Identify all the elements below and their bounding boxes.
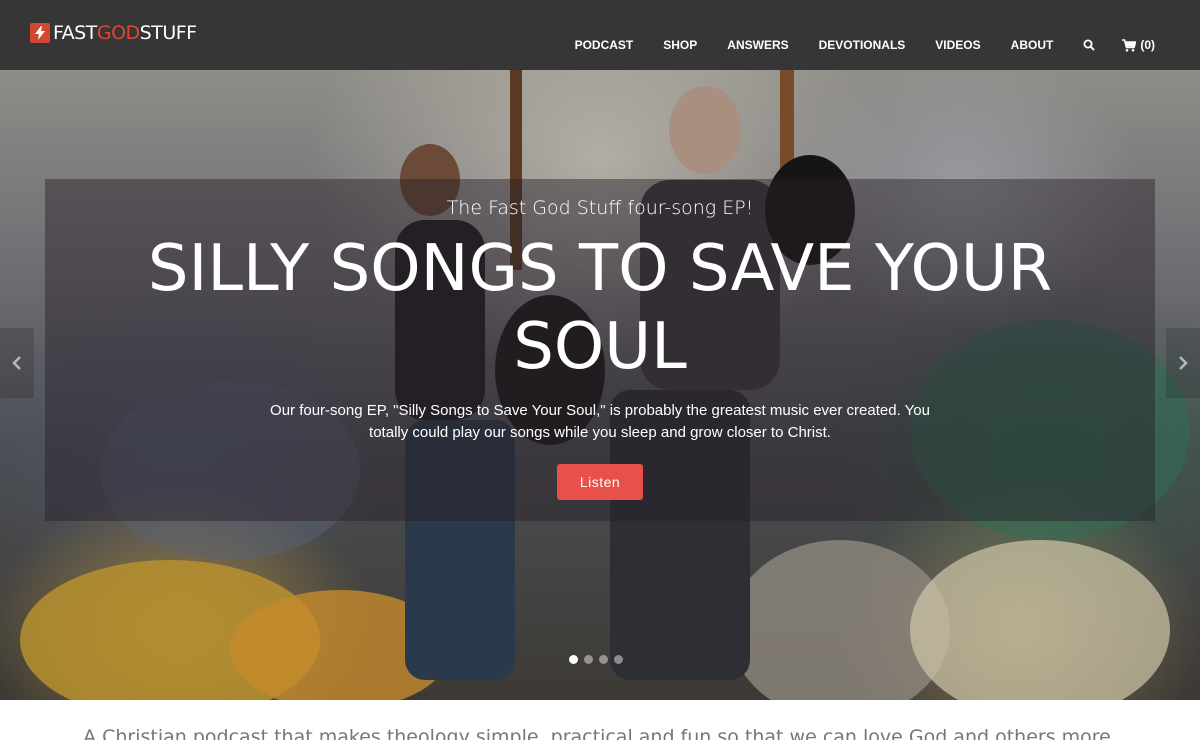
slider-dot-4[interactable] — [614, 655, 623, 664]
site-logo[interactable]: FASTGODSTUFF — [30, 22, 197, 44]
nav-videos[interactable]: VIDEOS — [935, 36, 980, 54]
nav-devotionals[interactable]: DEVOTIONALS — [819, 36, 906, 54]
cart-button[interactable]: (0) — [1122, 38, 1155, 52]
main-nav: PODCAST SHOP ANSWERS DEVOTIONALS VIDEOS … — [545, 36, 1155, 54]
chevron-left-icon — [12, 356, 21, 370]
slider-dot-1[interactable] — [569, 655, 578, 664]
slider-prev-button[interactable] — [0, 328, 34, 398]
nav-answers[interactable]: ANSWERS — [727, 36, 788, 54]
cart-count: (0) — [1140, 38, 1155, 52]
hero-description: Our four-song EP, "Silly Songs to Save Y… — [270, 402, 930, 441]
slider-dots — [569, 655, 629, 664]
search-icon[interactable] — [1083, 39, 1096, 51]
hero-title: SILLY SONGS TO SAVE YOUR SOUL — [147, 232, 1053, 384]
site-header: FASTGODSTUFF PODCAST SHOP ANSWERS DEVOTI… — [0, 0, 1200, 70]
slider-dot-3[interactable] — [599, 655, 608, 664]
nav-about[interactable]: ABOUT — [1011, 36, 1054, 54]
hero-kicker: The Fast God Stuff four-song EP! — [446, 197, 754, 219]
chevron-right-icon — [1179, 356, 1188, 370]
nav-shop[interactable]: SHOP — [663, 36, 697, 54]
site-tagline: A Christian podcast that makes theology … — [83, 726, 1117, 740]
hero-slider: The Fast God Stuff four-song EP! SILLY S… — [0, 70, 1200, 700]
nav-podcast[interactable]: PODCAST — [575, 36, 634, 54]
logo-text: FASTGODSTUFF — [53, 22, 197, 44]
slider-dot-2[interactable] — [584, 655, 593, 664]
lightning-bolt-icon — [30, 23, 50, 43]
slider-next-button[interactable] — [1166, 328, 1200, 398]
shopping-cart-icon — [1122, 38, 1137, 52]
listen-button[interactable]: Listen — [557, 464, 643, 500]
